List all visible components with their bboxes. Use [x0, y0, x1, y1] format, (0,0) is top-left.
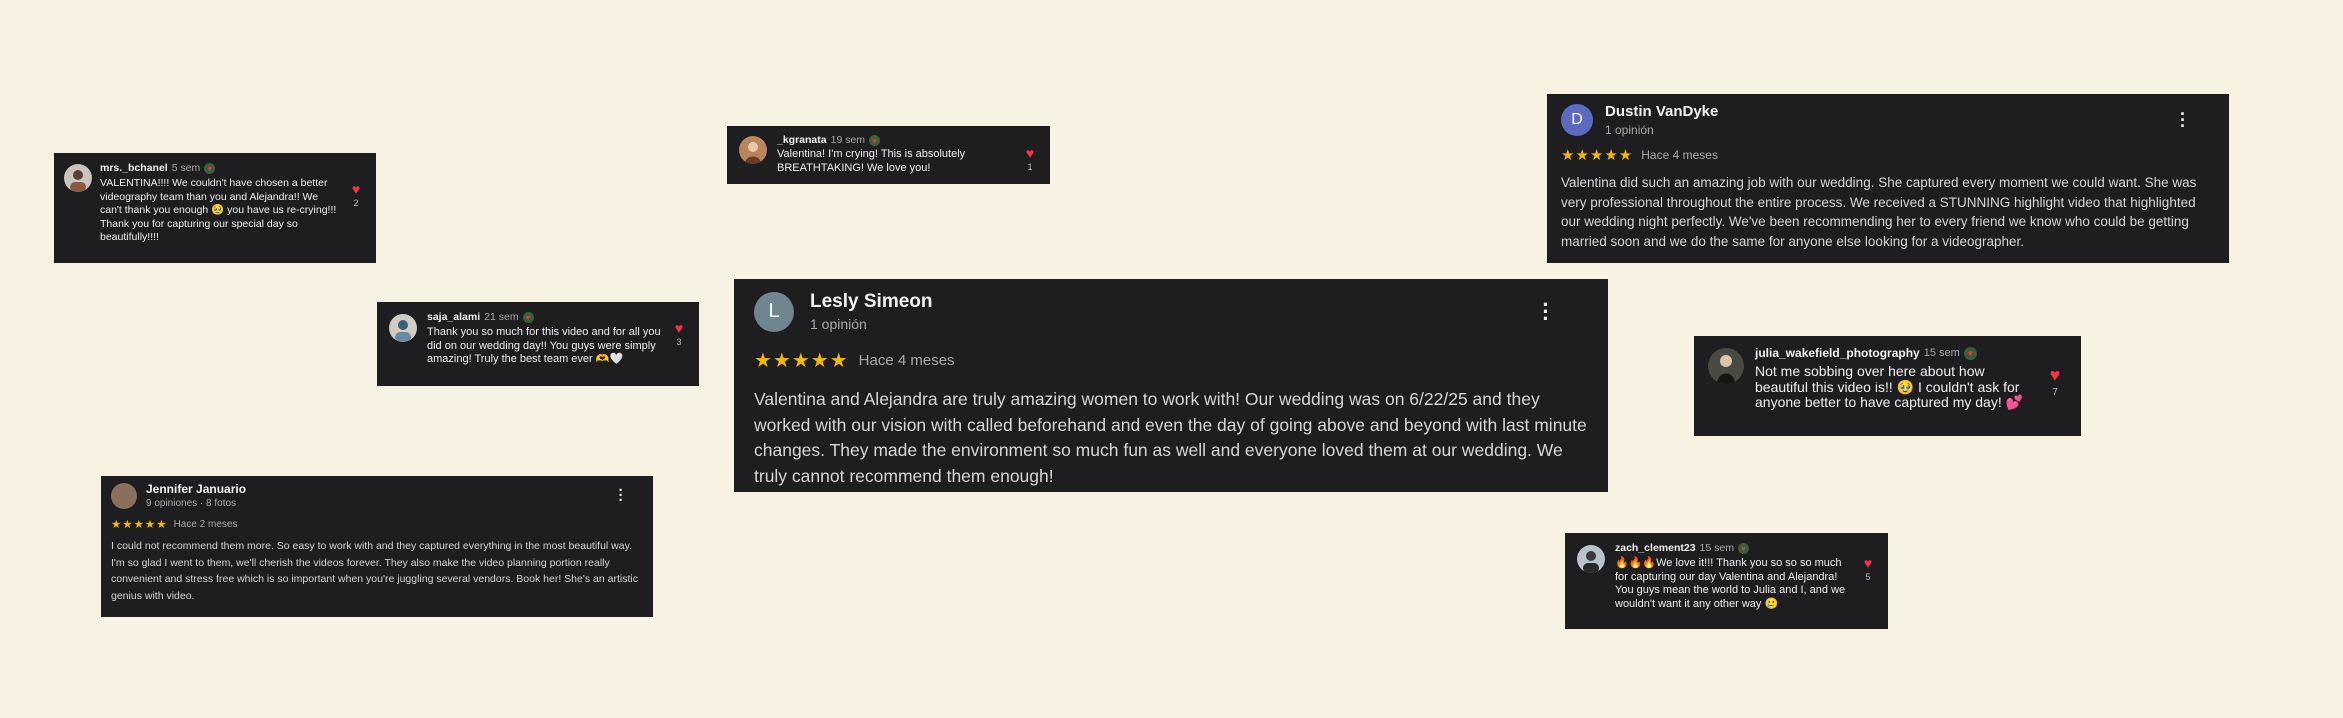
user-avatar[interactable] — [389, 314, 417, 342]
timestamp: 15 sem — [1699, 542, 1734, 554]
review-rating: ★★★★★ Hace 4 meses — [1561, 146, 2215, 164]
review-date: Hace 4 meses — [1641, 148, 1718, 162]
review-card-lesly-simeon: L Lesly Simeon 1 opinión · · · ★★★★★ Hace … — [734, 279, 1608, 492]
creator-liked-badge-icon: ♥ — [522, 311, 534, 323]
review-text: Valentina did such an amazing job with o… — [1561, 175, 2197, 249]
username[interactable]: saja_alami — [427, 311, 480, 323]
user-avatar[interactable] — [739, 136, 767, 164]
creator-liked-badge-icon: ♥ — [1963, 346, 1977, 360]
review-card-dustin-vandyke: D Dustin VanDyke 1 opinión · · · ★★★★★ Hac… — [1547, 94, 2229, 263]
comment-text: 🔥🔥🔥We love it!!! Thank you so so so much… — [1615, 557, 1846, 610]
heart-icon[interactable]: ♥ — [1864, 556, 1872, 570]
comment-meta: mrs._bchanel 5 sem ♥ — [100, 162, 340, 174]
review-rating: ★★★★★ Hace 2 meses — [111, 517, 643, 532]
user-avatar[interactable] — [1577, 545, 1605, 573]
heart-icon[interactable]: ♥ — [675, 321, 683, 335]
heart-icon[interactable]: ♥ — [352, 182, 360, 196]
review-header: D Dustin VanDyke 1 opinión · · · — [1561, 103, 2215, 137]
reviewer-review-count: 9 opiniones · 8 fotos — [146, 498, 237, 509]
more-vert-icon[interactable]: · · · — [2173, 105, 2193, 135]
comment-card-kgranata: _kgranata 19 sem ♥ Valentina! I'm crying… — [727, 126, 1050, 184]
heart-icon[interactable]: ♥ — [1026, 146, 1034, 160]
username[interactable]: mrs._bchanel — [100, 162, 168, 174]
comment-card-zach-clement23: zach_clement23 15 sem ♥ 🔥🔥🔥We love it!!!… — [1565, 533, 1888, 629]
more-vert-icon[interactable]: · · · — [613, 483, 629, 508]
review-rating: ★★★★★ Hace 4 meses — [754, 348, 1588, 373]
comment-text: Valentina! I'm crying! This is absolutel… — [777, 148, 966, 174]
star-rating: ★★★★★ — [1561, 147, 1634, 164]
creator-liked-badge-icon: ♥ — [1737, 542, 1749, 554]
timestamp: 21 sem — [484, 311, 519, 323]
heart-icon[interactable]: ♥ — [2050, 366, 2061, 384]
star-rating: ★★★★★ — [754, 350, 849, 372]
comment-card-saja-alami: saja_alami 21 sem ♥ Thank you so much fo… — [377, 302, 699, 386]
reviewer-name[interactable]: Lesly Simeon — [810, 291, 1534, 313]
like-control[interactable]: ♥ 7 — [2043, 366, 2067, 398]
comment-card-julia-wakefield: julia_wakefield_photography 15 sem ♥ Not… — [1694, 336, 2081, 436]
star-rating: ★★★★★ — [111, 519, 168, 531]
timestamp: 5 sem — [171, 162, 201, 174]
like-control[interactable]: ♥ 3 — [669, 321, 689, 347]
like-count: 1 — [1027, 162, 1033, 172]
like-control[interactable]: ♥ 2 — [346, 182, 366, 208]
like-count: 2 — [353, 198, 359, 208]
timestamp: 15 sem — [1923, 347, 1960, 359]
comment-text: Thank you so much for this video and for… — [427, 326, 661, 365]
reviewer-name[interactable]: Jennifer Januario — [146, 482, 613, 496]
like-control[interactable]: ♥ 1 — [1020, 146, 1040, 172]
reviewer-review-count: 1 opinión — [810, 316, 867, 332]
username[interactable]: julia_wakefield_photography — [1755, 346, 1920, 360]
review-header: L Lesly Simeon 1 opinión · · · — [754, 291, 1588, 332]
username[interactable]: zach_clement23 — [1615, 542, 1696, 554]
review-date: Hace 4 meses — [858, 352, 955, 369]
comment-meta: _kgranata 19 sem ♥ — [777, 134, 1014, 146]
username[interactable]: _kgranata — [777, 134, 827, 146]
review-card-jennifer-januario: Jennifer Januario 9 opiniones · 8 fotos … — [101, 476, 653, 617]
comment-text: Not me sobbing over here about how beaut… — [1755, 363, 2024, 410]
user-avatar[interactable] — [111, 482, 137, 509]
reviewer-name[interactable]: Dustin VanDyke — [1605, 103, 2173, 120]
comment-meta: julia_wakefield_photography 15 sem ♥ — [1755, 346, 2035, 360]
review-text: Valentina and Alejandra are truly amazin… — [754, 389, 1587, 486]
creator-liked-badge-icon: ♥ — [869, 134, 881, 146]
comment-meta: zach_clement23 15 sem ♥ — [1615, 542, 1852, 554]
creator-liked-badge-icon: ♥ — [204, 162, 216, 174]
user-avatar[interactable] — [1708, 348, 1744, 384]
user-avatar[interactable] — [64, 164, 92, 192]
like-count: 3 — [676, 337, 682, 347]
timestamp: 19 sem — [830, 134, 866, 146]
user-avatar[interactable]: L — [754, 291, 794, 332]
user-avatar[interactable]: D — [1561, 104, 1593, 136]
more-vert-icon[interactable]: · · · — [1534, 294, 1558, 330]
like-count: 7 — [2052, 387, 2058, 398]
like-count: 5 — [1865, 572, 1871, 582]
review-date: Hace 2 meses — [173, 518, 238, 530]
comment-card-mrs-bchanel: mrs._bchanel 5 sem ♥ VALENTINA!!!! We co… — [54, 153, 376, 263]
review-text: I could not recommend them more. So easy… — [111, 540, 638, 602]
comment-text: VALENTINA!!!! We couldn't have chosen a … — [100, 177, 337, 243]
like-control[interactable]: ♥ 5 — [1858, 556, 1878, 582]
review-header: Jennifer Januario 9 opiniones · 8 fotos … — [111, 482, 643, 509]
comment-meta: saja_alami 21 sem ♥ — [427, 311, 663, 323]
reviewer-review-count: 1 opinión — [1605, 123, 1654, 137]
